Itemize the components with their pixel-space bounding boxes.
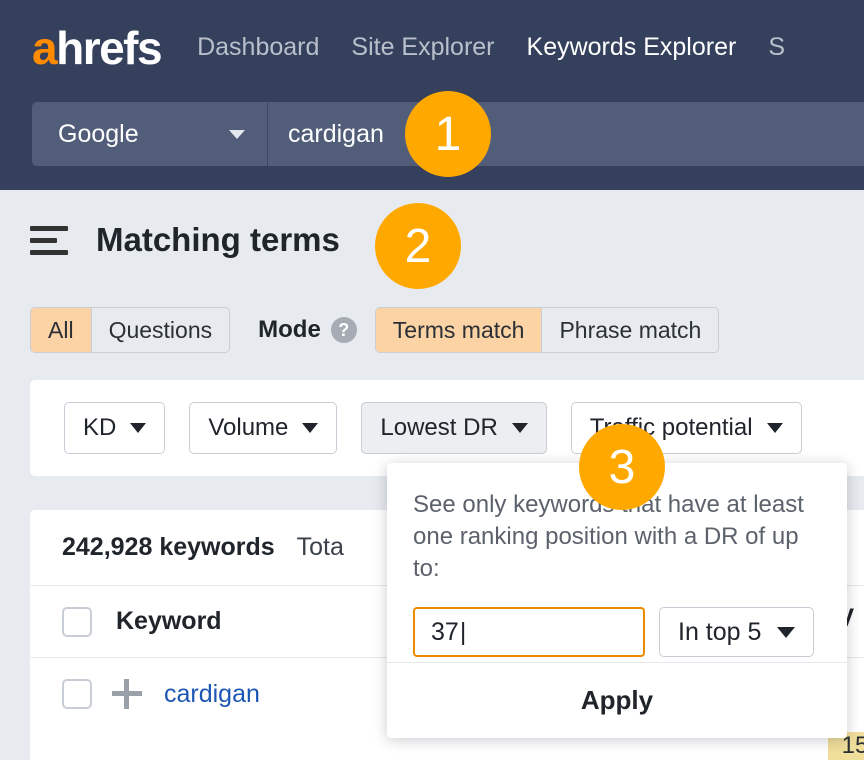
scope-option-questions[interactable]: Questions	[92, 308, 230, 352]
keyword-link[interactable]: cardigan	[164, 680, 260, 709]
filter-button-volume-label: Volume	[208, 414, 288, 442]
total-volume-label: Tota	[297, 533, 344, 562]
scope-segmented-control: All Questions	[30, 307, 230, 353]
apply-button[interactable]: Apply	[581, 685, 653, 716]
dropdown-footer: Apply	[387, 662, 847, 738]
text-cursor: |	[460, 618, 467, 647]
toggle-row: All Questions Mode ? Terms match Phrase …	[0, 300, 864, 360]
row-checkbox[interactable]	[62, 679, 92, 709]
hamburger-line	[30, 250, 68, 255]
step-badge-3: 3	[579, 424, 665, 510]
filter-bar-card: KD Volume Lowest DR Traffic potential	[30, 380, 864, 476]
chevron-down-icon	[229, 130, 245, 139]
nav-row: ahrefs Dashboard Site Explorer Keywords …	[0, 0, 864, 95]
mode-option-phrase-match[interactable]: Phrase match	[542, 308, 718, 352]
plus-icon[interactable]	[112, 679, 142, 709]
nav-link-site-audit-clipped[interactable]: S	[768, 33, 785, 62]
chevron-down-icon	[512, 423, 528, 433]
filter-button-lowest-dr[interactable]: Lowest DR	[361, 402, 546, 454]
step-badge-1: 1	[405, 91, 491, 177]
filter-button-kd-label: KD	[83, 414, 116, 442]
hamburger-line	[30, 226, 68, 231]
ahrefs-logo[interactable]: ahrefs	[32, 25, 161, 71]
position-select-label: In top 5	[678, 618, 761, 647]
dr-value-input[interactable]: 37|	[413, 607, 645, 657]
app-root: ahrefs Dashboard Site Explorer Keywords …	[0, 0, 864, 760]
chevron-down-icon	[302, 423, 318, 433]
search-query-value: cardigan	[288, 120, 384, 149]
chevron-down-icon	[767, 423, 783, 433]
chevron-down-icon	[130, 423, 146, 433]
nav-link-keywords-explorer[interactable]: Keywords Explorer	[527, 33, 737, 62]
step-badge-2: 2	[375, 203, 461, 289]
search-input[interactable]: cardigan	[268, 102, 864, 166]
mode-segmented-control: Terms match Phrase match	[375, 307, 720, 353]
search-engine-label: Google	[58, 120, 139, 149]
page-title: Matching terms	[96, 221, 340, 259]
select-all-checkbox[interactable]	[62, 607, 92, 637]
hamburger-line	[30, 238, 57, 243]
filter-bar: KD Volume Lowest DR Traffic potential	[30, 380, 864, 476]
dr-value-text: 37	[431, 618, 459, 647]
logo-text: hrefs	[56, 22, 161, 74]
nav-link-dashboard[interactable]: Dashboard	[197, 33, 319, 62]
scope-option-all[interactable]: All	[31, 308, 92, 352]
chevron-down-icon	[777, 627, 795, 638]
keyword-count: 242,928 keywords	[62, 533, 275, 562]
search-engine-select[interactable]: Google	[32, 102, 268, 166]
mode-option-terms-match[interactable]: Terms match	[376, 308, 543, 352]
dropdown-controls: 37| In top 5	[413, 607, 821, 657]
logo-accent-letter: a	[32, 22, 56, 74]
filter-button-kd[interactable]: KD	[64, 402, 165, 454]
help-icon[interactable]: ?	[331, 317, 357, 343]
mode-label: Mode	[258, 316, 321, 344]
position-select[interactable]: In top 5	[659, 607, 814, 657]
column-header-keyword[interactable]: Keyword	[116, 607, 222, 636]
nav-link-site-explorer[interactable]: Site Explorer	[351, 33, 494, 62]
nav-links: Dashboard Site Explorer Keywords Explore…	[197, 33, 785, 62]
hamburger-icon[interactable]	[30, 226, 68, 255]
filter-button-lowest-dr-label: Lowest DR	[380, 414, 497, 442]
filter-button-volume[interactable]: Volume	[189, 402, 337, 454]
